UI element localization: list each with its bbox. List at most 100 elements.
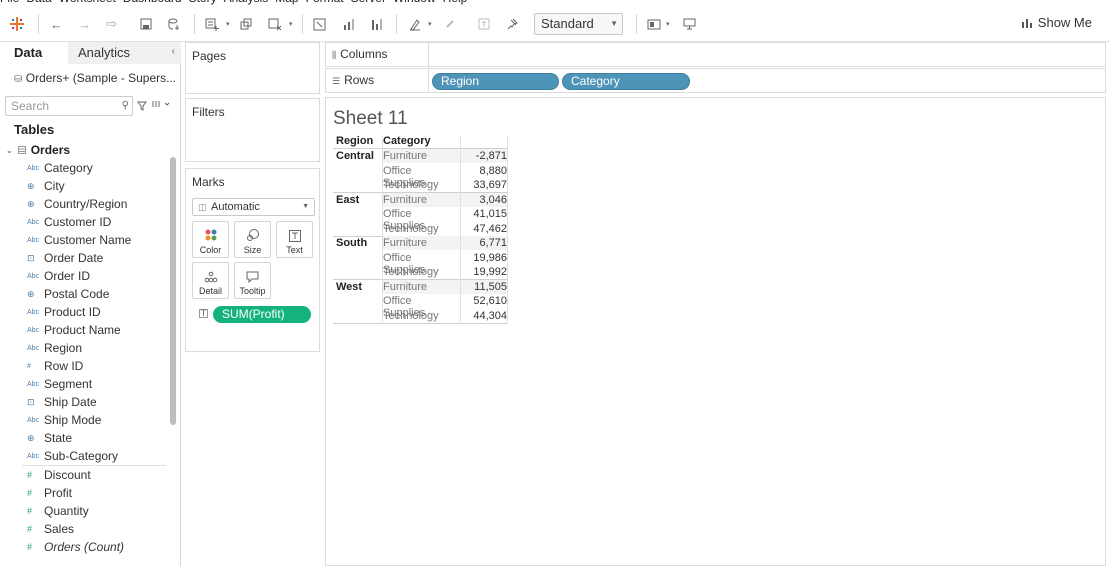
field-profit[interactable]: # Profit [0,484,166,502]
category-label[interactable]: Furniture [383,237,427,249]
field-product-id[interactable]: Abc Product ID [0,303,166,321]
table-orders[interactable]: ⌄ Orders [6,143,70,157]
category-label[interactable]: Technology [383,179,439,191]
search-input[interactable]: Search ⚲ [5,96,133,116]
mark-type-select[interactable]: ◫ Automatic ▼ [192,198,315,216]
profit-value[interactable]: 6,771 [460,237,507,249]
category-label[interactable]: Furniture [383,194,427,206]
category-label[interactable]: Furniture [383,150,427,162]
highlight-dropdown-icon[interactable]: ▾ [428,15,432,33]
text-button[interactable]: Text [276,221,313,258]
field-region[interactable]: Abc Region [0,339,166,357]
category-label[interactable]: Technology [383,223,439,235]
header-region[interactable]: Region [336,135,373,148]
chevron-down-icon[interactable]: ⌄ [6,146,13,155]
swap-icon[interactable] [313,15,326,33]
tableau-logo-icon[interactable] [10,15,24,33]
field-country-region[interactable]: ⊕ Country/Region [0,195,166,213]
field-segment[interactable]: Abc Segment [0,375,166,393]
pin-icon[interactable] [506,15,518,33]
pill-category[interactable]: Category [562,73,690,90]
worksheet-dropdown-icon[interactable]: ▾ [226,15,230,33]
new-datasource-icon[interactable] [168,15,181,33]
category-label[interactable]: Technology [383,310,439,322]
size-button[interactable]: Size [234,221,271,258]
field-row-id[interactable]: # Row ID [0,357,166,375]
profit-value[interactable]: 19,986 [460,252,507,264]
profit-value[interactable]: 11,505 [460,281,507,293]
view-area[interactable]: Sheet 11 Region Category Central Furnitur… [325,97,1106,566]
highlight-icon[interactable] [409,15,421,33]
field-product-name[interactable]: Abc Product Name [0,321,166,339]
tooltip-button[interactable]: Tooltip [234,262,271,299]
profit-value[interactable]: 52,610 [460,295,507,307]
field-sub-category[interactable]: Abc Sub-Category [0,447,166,465]
field-city[interactable]: ⊕ City [0,177,166,195]
category-label[interactable]: Technology [383,266,439,278]
fit-mode-select[interactable]: Standard ▼ [534,13,623,35]
sort-descending-icon[interactable] [370,15,383,33]
color-button[interactable]: Color [192,221,229,258]
new-worksheet-icon[interactable] [205,15,219,33]
category-label[interactable]: Furniture [383,281,427,293]
show-me-label: Show Me [1037,15,1092,30]
pill-region[interactable]: Region [432,73,559,90]
field-ship-date[interactable]: ⊡ Ship Date [0,393,166,411]
pill-sum-profit[interactable]: SUM(Profit) [213,306,311,323]
tab-analytics[interactable]: Analytics [68,42,181,64]
show-me-button[interactable]: Show Me [1021,15,1092,30]
pages-card[interactable]: Pages [185,42,320,94]
duplicate-icon[interactable] [240,15,253,33]
undo-icon[interactable]: ← [50,15,63,33]
field-ship-mode[interactable]: Abc Ship Mode [0,411,166,429]
region-label[interactable]: Central [336,150,374,162]
tab-data[interactable]: Data [0,42,68,64]
profit-value[interactable]: 44,304 [460,310,507,322]
profit-value[interactable]: 47,462 [460,223,507,235]
replay-icon[interactable]: ⇨ [106,15,117,33]
profit-value[interactable]: 8,880 [460,165,507,177]
field-customer-name[interactable]: Abc Customer Name [0,231,166,249]
detail-button[interactable]: Detail [192,262,229,299]
filter-icon[interactable] [137,100,147,114]
region-label[interactable]: West [336,281,362,293]
datasource-name[interactable]: ⛁ Orders+ (Sample - Supers... [14,71,176,85]
field-discount[interactable]: # Discount [0,466,166,484]
field-order-date[interactable]: ⊡ Order Date [0,249,166,267]
number-type-icon: # [27,470,33,480]
field-sales[interactable]: # Sales [0,520,166,538]
cards-dropdown-icon[interactable]: ▾ [666,15,670,33]
field-order-id[interactable]: Abc Order ID [0,267,166,285]
field-quantity[interactable]: # Quantity [0,502,166,520]
region-label[interactable]: South [336,237,367,249]
profit-value[interactable]: 41,015 [460,208,507,220]
clear-dropdown-icon[interactable]: ▾ [289,15,293,33]
profit-value[interactable]: 19,992 [460,266,507,278]
profit-value[interactable]: 33,697 [460,179,507,191]
view-options-icon[interactable] [152,100,170,110]
label-icon[interactable] [478,15,490,33]
profit-value[interactable]: -2,871 [460,150,507,162]
field-customer-id[interactable]: Abc Customer ID [0,213,166,231]
columns-shelf[interactable]: ⫼ Columns [325,42,1106,67]
header-category[interactable]: Category [383,135,431,148]
rows-shelf[interactable]: ☰ Rows Region Category [325,68,1106,93]
clear-sheet-icon[interactable] [268,15,282,33]
field-state[interactable]: ⊕ State [0,429,166,447]
group-icon[interactable] [444,15,456,33]
field-list-scrollbar[interactable] [170,157,176,425]
sheet-title[interactable]: Sheet 11 [333,108,408,130]
presentation-icon[interactable] [683,15,696,33]
show-cards-icon[interactable] [647,15,661,33]
field-orders-count[interactable]: # Orders (Count) [0,538,166,556]
field-postal-code[interactable]: ⊕ Postal Code [0,285,166,303]
save-icon[interactable] [140,15,152,33]
sort-ascending-icon[interactable] [342,15,355,33]
string-type-icon: Abc [27,218,40,226]
field-category[interactable]: Abc Category [0,159,166,177]
filters-card[interactable]: Filters [185,98,320,162]
collapse-pane-icon[interactable]: ‹ [172,46,175,57]
profit-value[interactable]: 3,046 [460,194,507,206]
redo-icon[interactable]: → [78,15,91,33]
region-label[interactable]: East [336,194,359,206]
